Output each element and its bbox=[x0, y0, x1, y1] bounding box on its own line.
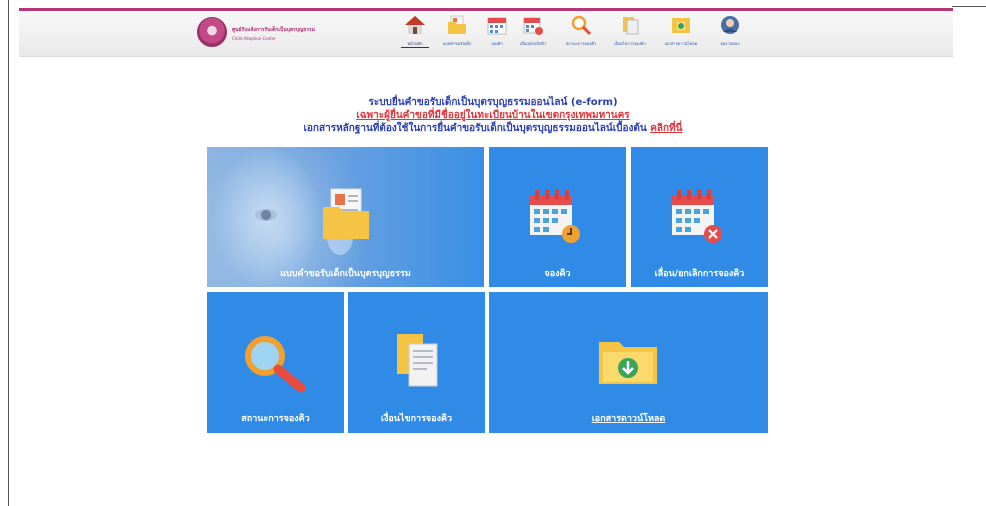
window-left-border bbox=[8, 0, 9, 506]
tile-queue-status-label: สถานะการจองคิว bbox=[241, 414, 310, 424]
nav-home[interactable]: หน้าหลัก bbox=[401, 14, 429, 54]
nav-status-label: สถานะการจองคิว bbox=[565, 41, 597, 46]
calendar-clock-icon bbox=[530, 190, 580, 243]
nav-booking-label: จองคิว bbox=[491, 41, 503, 46]
intro-block: ระบบยื่นคำขอรับเด็กเป็นบุตรบุญธรรมออนไลน… bbox=[0, 96, 986, 135]
search-icon bbox=[245, 336, 306, 393]
page-title: ระบบยื่นคำขอรับเด็กเป็นบุตรบุญธรรมออนไลน… bbox=[368, 97, 618, 108]
org-name-en: Child Adoption Center bbox=[232, 36, 276, 41]
org-name[interactable]: ศูนย์รับแจ้งการรับเด็กเป็นบุตรบุญธรรม Ch… bbox=[232, 26, 315, 41]
tile-download-docs-label: เอกสารดาวน์โหลด bbox=[591, 414, 666, 424]
docs-text: เอกสารหลักฐานที่ต้องใช้ในการยื่นคำขอรับเ… bbox=[303, 123, 647, 134]
notice-link[interactable]: เฉพาะผู้ยื่นคำขอที่มีชื่ออยู่ในทะเบียนบ้… bbox=[0, 109, 986, 122]
tile-queue-conditions[interactable]: เงื่อนไขการจองคิว bbox=[348, 292, 485, 433]
nav-reschedule[interactable]: เลื่อน/ยกเลิกคิว bbox=[513, 14, 553, 54]
nav-status[interactable]: สถานะการจองคิว bbox=[559, 14, 603, 54]
site-header: ศูนย์รับแจ้งการรับเด็กเป็นบุตรบุญธรรม Ch… bbox=[19, 11, 953, 57]
nav-booking[interactable]: จองคิว bbox=[485, 14, 509, 54]
calendar-cancel-icon bbox=[523, 17, 543, 35]
tile-reschedule[interactable]: เลื่อน/ยกเลิกการจองคิว bbox=[631, 147, 768, 287]
nav-reschedule-label: เลื่อน/ยกเลิกคิว bbox=[519, 41, 547, 46]
tile-book-queue-label: จองคิว bbox=[544, 269, 571, 279]
nav-download[interactable]: เอกสารดาวน์โหลด bbox=[659, 14, 703, 54]
calendar-icon bbox=[487, 17, 507, 35]
tile-book-queue[interactable]: จองคิว bbox=[489, 147, 626, 287]
tile-download-docs[interactable]: เอกสารดาวน์โหลด bbox=[489, 292, 768, 433]
nav-download-label: เอกสารดาวน์โหลด bbox=[664, 41, 698, 46]
docs-line: เอกสารหลักฐานที่ต้องใช้ในการยื่นคำขอรับเ… bbox=[0, 122, 986, 135]
document-folder-icon bbox=[448, 15, 466, 34]
download-folder-icon bbox=[672, 18, 690, 33]
tile-adoption-form-label: แบบคำขอรับเด็กเป็นบุตรบุญธรรม bbox=[280, 269, 411, 279]
home-icon bbox=[405, 16, 425, 34]
tile-queue-conditions-label: เงื่อนไขการจองคิว bbox=[380, 414, 453, 424]
nav-home-label: หน้าหลัก bbox=[401, 40, 429, 48]
user-icon bbox=[721, 16, 739, 34]
window-top-border bbox=[952, 6, 986, 7]
papers-icon bbox=[397, 334, 438, 387]
papers-icon bbox=[623, 17, 639, 35]
baby-eye-shade bbox=[255, 209, 277, 221]
seal-logo-icon[interactable] bbox=[197, 17, 227, 47]
nav-conditions-label: เงื่อนไขการจองคิว bbox=[614, 41, 646, 46]
nav-conditions[interactable]: เงื่อนไขการจองคิว bbox=[607, 14, 653, 54]
nav-profile[interactable]: ผลงานของ bbox=[713, 14, 747, 54]
nav-form-label: แบบคำขอรับเด็ก bbox=[442, 41, 472, 46]
download-folder-icon bbox=[599, 342, 657, 384]
tile-queue-status[interactable]: สถานะการจองคิว bbox=[207, 292, 344, 433]
nav-profile-label: ผลงานของ bbox=[720, 41, 740, 46]
tile-adoption-form[interactable]: แบบคำขอรับเด็กเป็นบุตรบุญธรรม bbox=[207, 147, 484, 287]
document-folder-icon bbox=[323, 188, 369, 239]
org-name-th: ศูนย์รับแจ้งการรับเด็กเป็นบุตรบุญธรรม bbox=[232, 27, 315, 33]
search-icon bbox=[571, 15, 592, 36]
docs-click-here-link[interactable]: คลิกที่นี่ bbox=[650, 123, 682, 134]
calendar-cancel-icon bbox=[672, 190, 722, 243]
nav-form[interactable]: แบบคำขอรับเด็ก bbox=[437, 14, 477, 54]
tile-reschedule-label: เลื่อน/ยกเลิกการจองคิว bbox=[654, 269, 745, 279]
